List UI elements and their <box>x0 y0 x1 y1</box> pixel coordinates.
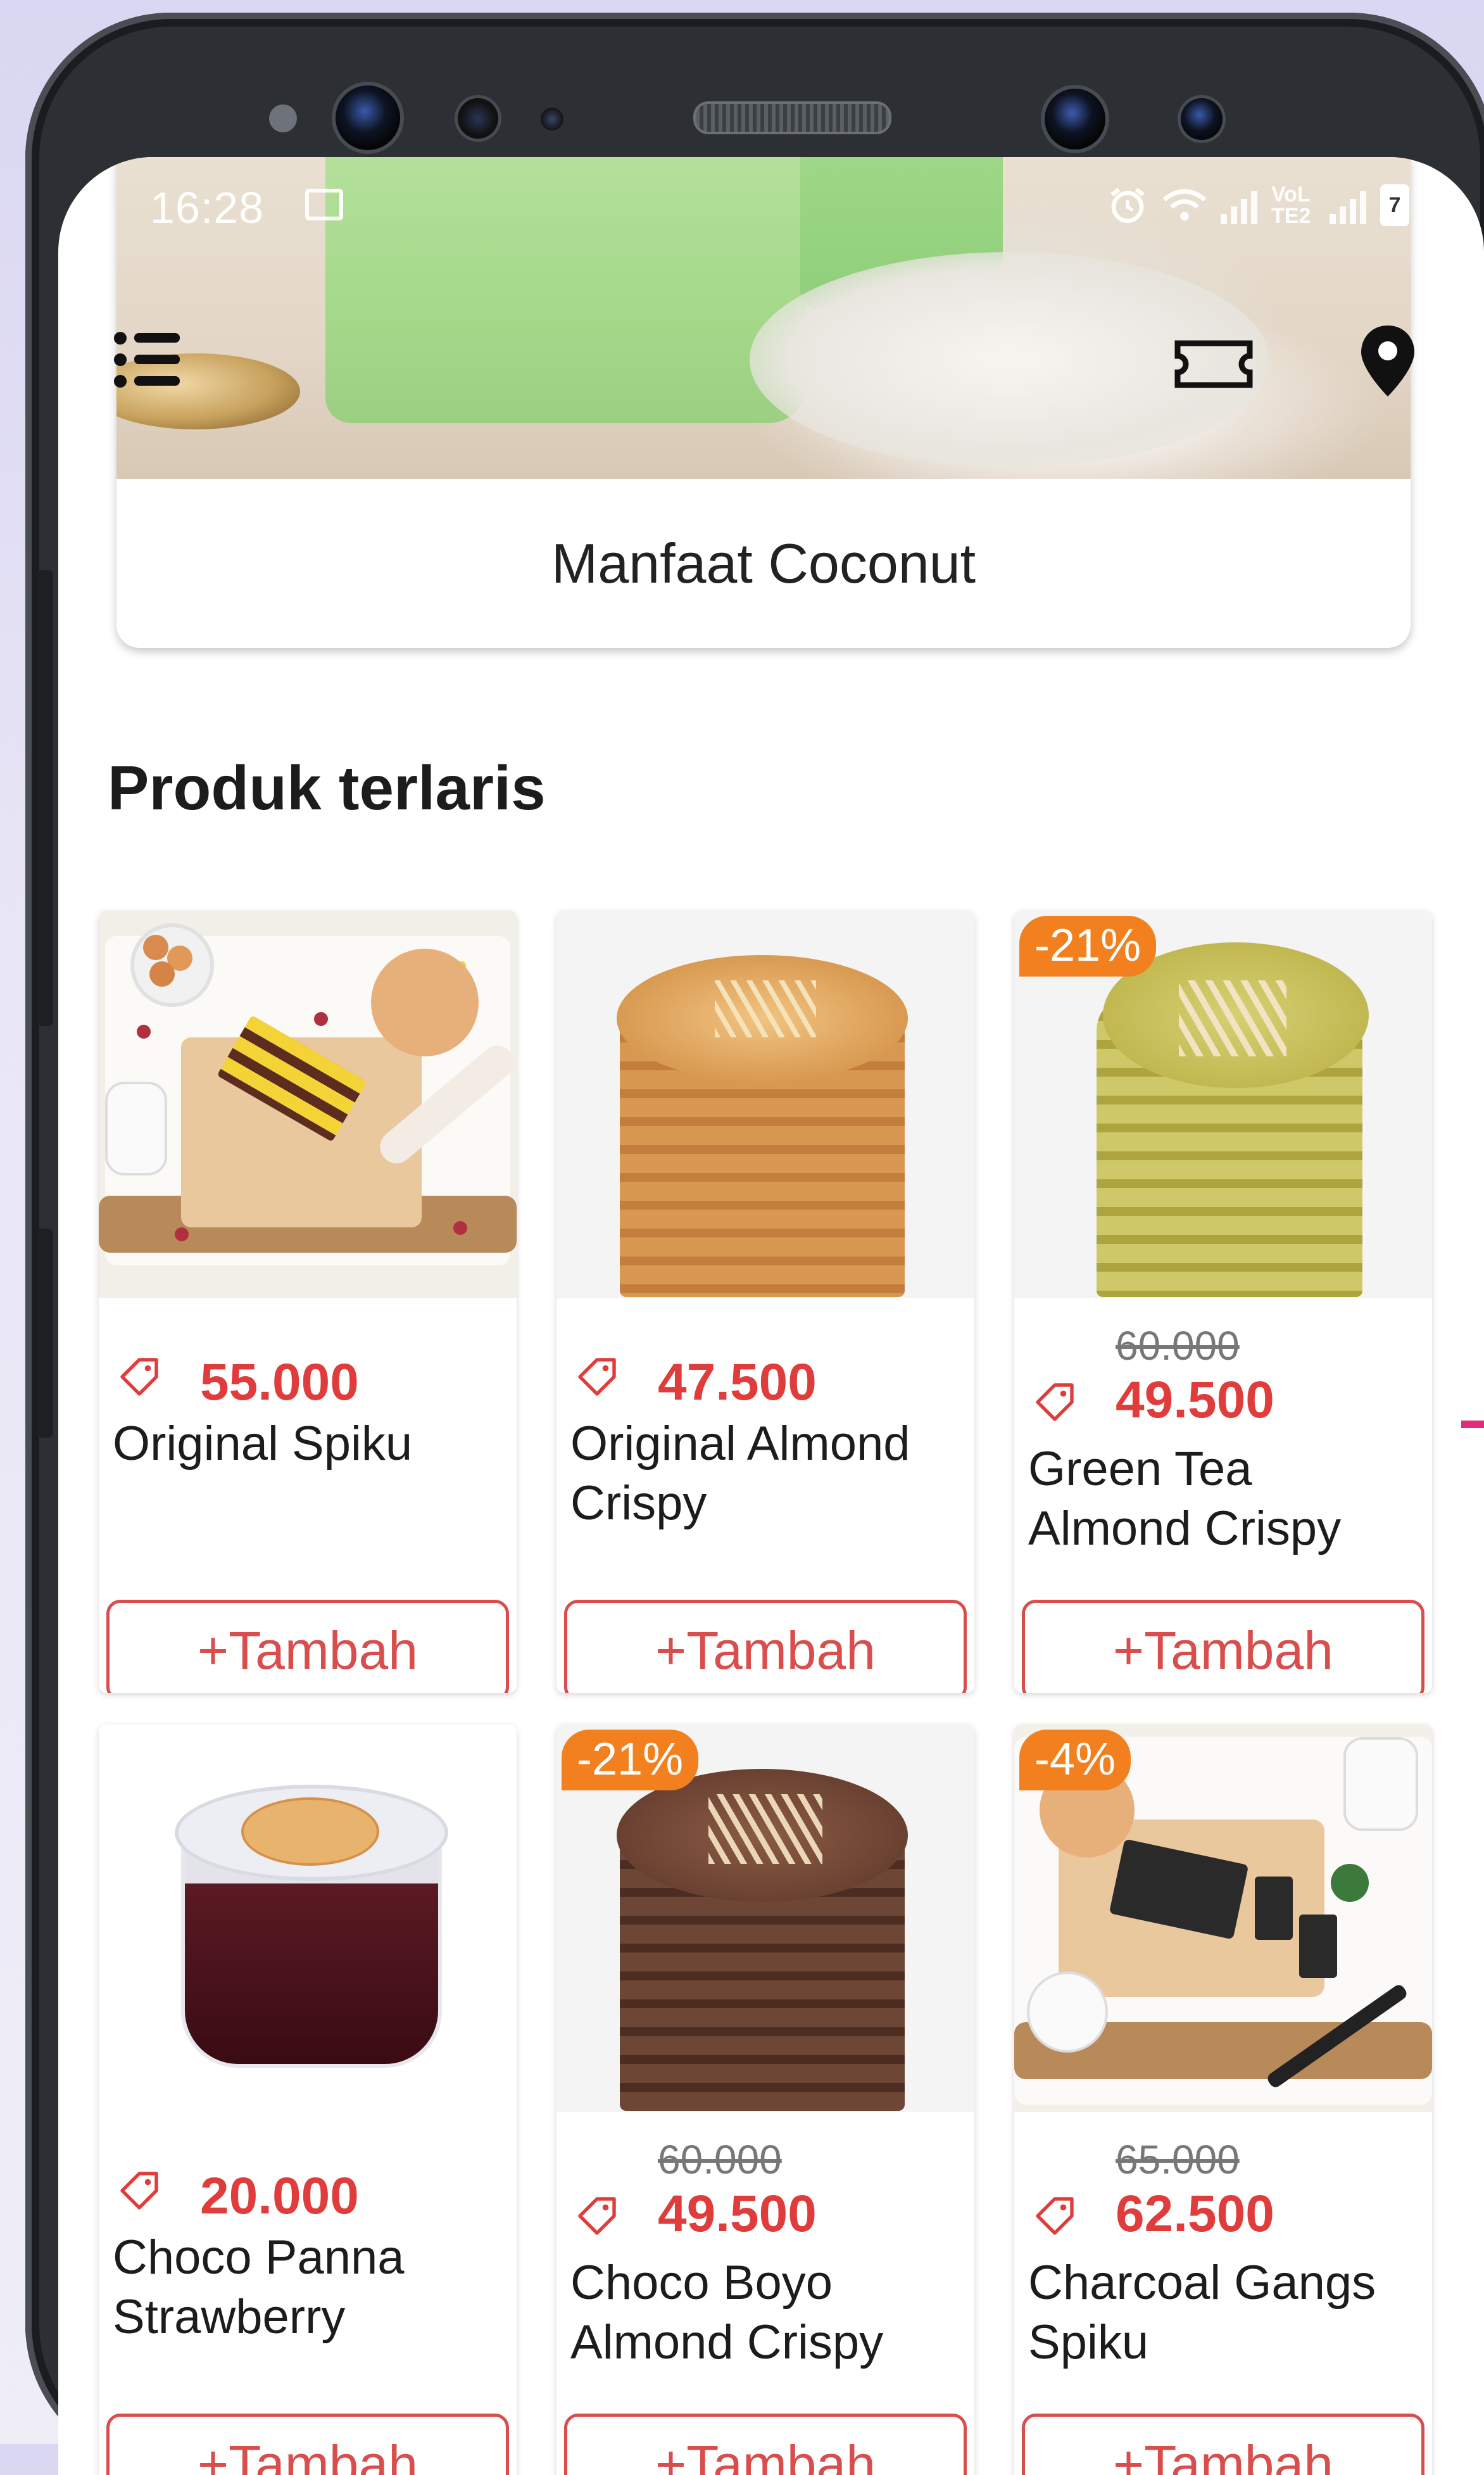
product-card[interactable]: 47.500 Original Almond Crispy +Tambah <box>556 911 974 1693</box>
add-to-cart-button[interactable]: +Tambah <box>564 1600 967 1693</box>
add-to-cart-button[interactable]: +Tambah <box>106 2414 509 2475</box>
light-sensor <box>458 98 498 139</box>
price-tag-icon <box>578 1358 616 1396</box>
product-price: 62.500 <box>1116 2185 1274 2243</box>
product-price: 55.000 <box>200 1353 359 1411</box>
add-to-cart-button[interactable]: +Tambah <box>564 2414 967 2475</box>
price-tag-icon <box>578 2197 616 2235</box>
product-image <box>99 911 517 1298</box>
product-name: Original Spiku <box>113 1417 413 1471</box>
product-name: Green Tea Almond Crispy <box>1028 1442 1342 1555</box>
add-to-cart-button[interactable]: +Tambah <box>106 1600 509 1693</box>
location-pin-icon[interactable] <box>1356 323 1419 399</box>
product-image: -21% <box>1014 911 1432 1298</box>
gallery-notification-icon <box>305 189 343 220</box>
product-price: 49.500 <box>658 2185 817 2243</box>
signal-icon <box>1221 186 1257 224</box>
menu-icon[interactable] <box>113 329 182 390</box>
wifi-icon <box>1162 189 1207 221</box>
price-tag-icon <box>1036 2197 1074 2235</box>
price-tag-icon <box>1036 1383 1074 1421</box>
product-card[interactable]: -4% 65.000 62.500 Charcoal Gangs Spiku +… <box>1014 1725 1432 2475</box>
product-name: Choco Boyo Almond Crispy <box>570 2256 884 2369</box>
product-price: 20.000 <box>200 2167 359 2225</box>
product-name: Original Almond Crispy <box>570 1417 910 1530</box>
product-image: -21% <box>556 1725 974 2112</box>
price-tag-icon <box>120 1358 158 1396</box>
add-to-cart-button[interactable]: +Tambah <box>1022 2414 1424 2475</box>
scroll-indicator <box>1461 1421 1484 1428</box>
alarm-icon <box>1110 187 1145 224</box>
product-card[interactable]: -21% 60.000 49.500 Green Tea Almond Cris… <box>1014 911 1432 1693</box>
product-old-price: 60.000 <box>658 2137 782 2182</box>
earpiece-speaker <box>693 101 891 134</box>
product-name: Charcoal Gangs Spiku <box>1028 2256 1376 2369</box>
signal-icon-2 <box>1330 186 1366 224</box>
product-card[interactable]: -21% 60.000 49.500 Choco Boyo Almond Cri… <box>556 1725 974 2475</box>
battery-icon: 7 <box>1380 184 1409 226</box>
status-time: 16:28 <box>150 183 265 232</box>
volume-button <box>37 570 53 1026</box>
discount-badge: -21% <box>1019 916 1157 977</box>
iris-sensor <box>1181 98 1223 140</box>
product-price: 47.500 <box>658 1353 817 1411</box>
product-card[interactable]: 55.000 Original Spiku +Tambah <box>99 911 517 1693</box>
status-bar: 16:28 VoLTE2 7 <box>58 157 1484 252</box>
product-name: Choco Panna Strawberry <box>113 2231 405 2344</box>
front-camera <box>336 85 400 150</box>
section-title: Produk terlaris <box>108 753 546 823</box>
banner-title: Manfaat Coconut <box>551 531 976 595</box>
product-image <box>556 911 974 1298</box>
product-image <box>99 1725 517 2112</box>
ticket-icon[interactable] <box>1173 329 1255 399</box>
app-screen: Manfaat Coconut 16:28 VoLTE2 7 Produk te… <box>58 157 1484 2475</box>
volte-label: VoLTE2 <box>1271 182 1311 228</box>
product-old-price: 65.000 <box>1116 2137 1240 2182</box>
product-image: -4% <box>1014 1725 1432 2112</box>
iris-camera <box>1045 89 1105 149</box>
add-to-cart-button[interactable]: +Tambah <box>1022 1600 1424 1693</box>
product-old-price: 60.000 <box>1116 1323 1240 1369</box>
proximity-sensor <box>269 104 297 132</box>
price-tag-icon <box>120 2172 158 2210</box>
discount-badge: -21% <box>562 1730 699 1790</box>
discount-badge: -4% <box>1019 1730 1131 1790</box>
product-price: 49.500 <box>1116 1371 1274 1429</box>
product-card[interactable]: 20.000 Choco Panna Strawberry +Tambah <box>99 1725 517 2475</box>
side-button <box>37 1229 53 1438</box>
status-icons: VoLTE2 7 <box>1107 184 1409 227</box>
notification-led <box>541 108 563 130</box>
